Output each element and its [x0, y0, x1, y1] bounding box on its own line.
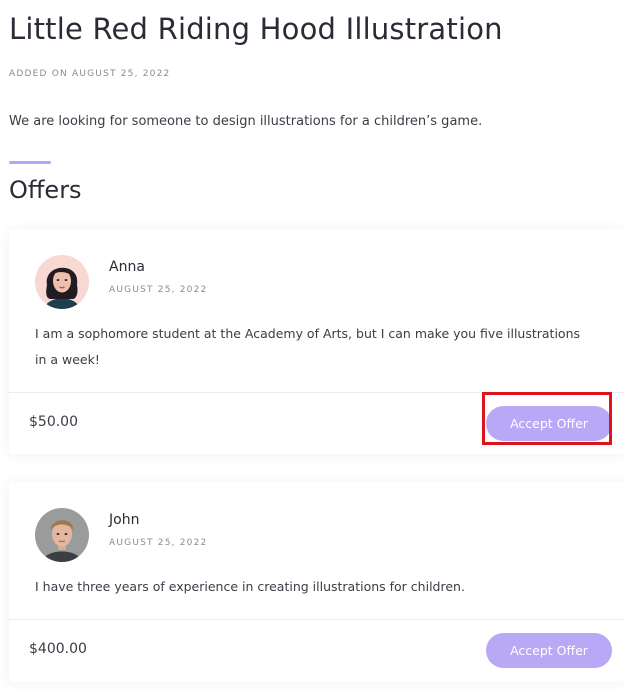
section-accent-divider: [9, 161, 51, 164]
avatar: [35, 255, 89, 309]
job-description: We are looking for someone to design ill…: [9, 114, 483, 129]
offer-date: AUGUST 25, 2022: [109, 285, 208, 295]
offer-message: I have three years of experience in crea…: [35, 579, 465, 594]
accept-offer-button[interactable]: Accept Offer: [486, 406, 612, 441]
offer-card-john: John AUGUST 25, 2022 I have three years …: [9, 482, 624, 682]
offer-price: $50.00: [29, 414, 78, 430]
avatar: [35, 508, 89, 562]
page: Little Red Riding Hood Illustration ADDE…: [0, 0, 624, 700]
offers-heading: Offers: [9, 176, 82, 204]
offer-message: I am a sophomore student at the Academy …: [35, 326, 581, 367]
added-date: ADDED ON AUGUST 25, 2022: [9, 69, 171, 79]
offer-date: AUGUST 25, 2022: [109, 538, 208, 548]
offer-name: Anna: [109, 259, 145, 275]
offer-name: John: [109, 512, 140, 528]
offer-price: $400.00: [29, 641, 87, 657]
card-divider: [9, 392, 624, 393]
card-divider: [9, 619, 624, 620]
offer-card-anna: Anna AUGUST 25, 2022 I am a sophomore st…: [9, 229, 624, 454]
accept-offer-button[interactable]: Accept Offer: [486, 633, 612, 668]
job-title: Little Red Riding Hood Illustration: [9, 12, 503, 46]
